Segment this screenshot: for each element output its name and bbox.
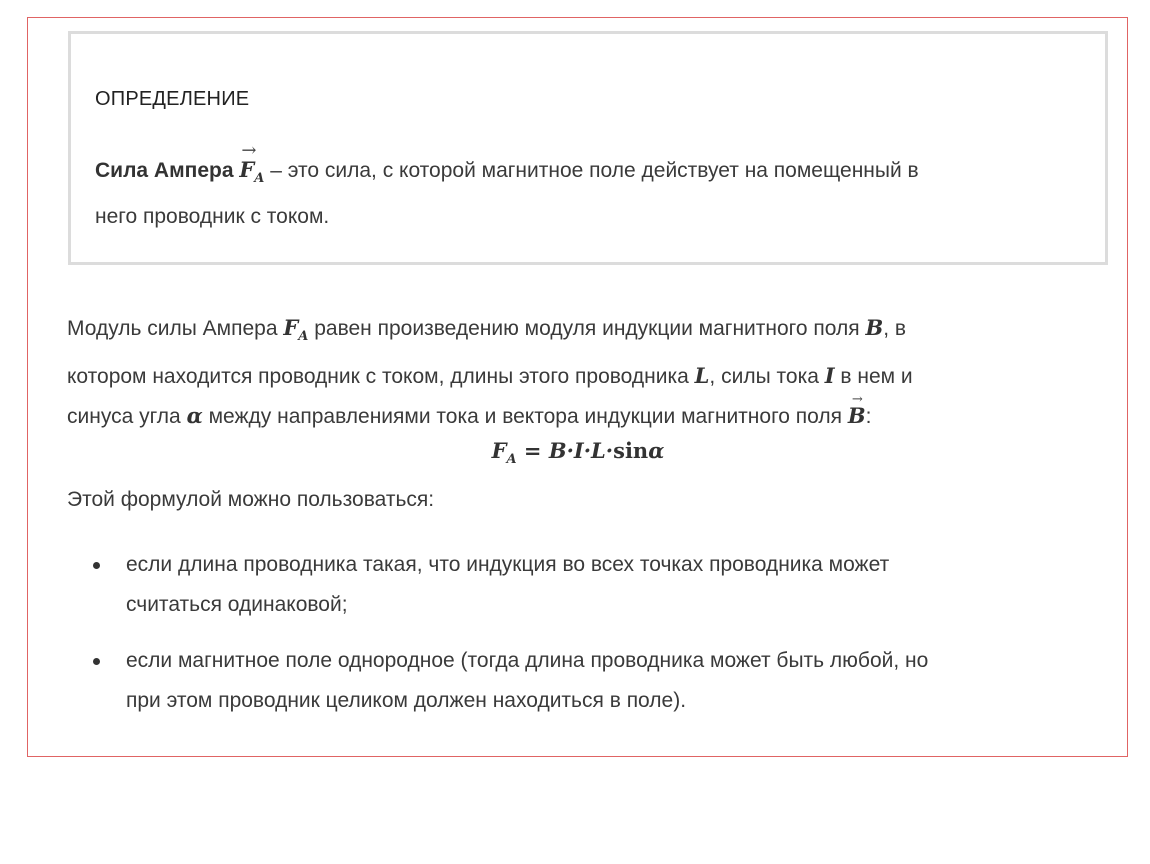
symbol-fa: FA	[283, 315, 309, 344]
list-item: если магнитное поле однородное (тогда дл…	[88, 641, 1098, 721]
definition-text: Сила Ампера → FA – это сила, с которой ма…	[95, 140, 1085, 236]
conditions-list: если длина проводника такая, что индукци…	[88, 545, 1098, 737]
symbol-alpha: α	[186, 403, 203, 428]
list-item: если длина проводника такая, что индукци…	[88, 545, 1098, 625]
induction-vector: → B	[848, 392, 866, 435]
vector-arrow-icon: →	[241, 140, 257, 161]
symbol-l: L	[694, 363, 710, 388]
definition-box: ОПРЕДЕЛЕНИЕ Сила Ампера → FA – это сила, …	[68, 31, 1108, 265]
symbol-i: I	[824, 363, 835, 388]
content-frame: ОПРЕДЕЛЕНИЕ Сила Ампера → FA – это сила, …	[27, 17, 1128, 757]
bullet-icon	[93, 562, 100, 569]
ampere-force-paragraph: Модуль силы Ампера FA равен произведению…	[67, 308, 1117, 436]
ampere-force-vector: → FA	[239, 140, 264, 198]
bullet-icon	[93, 658, 100, 665]
usage-intro: Этой формулой можно пользоваться:	[67, 488, 435, 511]
definition-line1: – это сила, с которой магнитное поле дей…	[264, 159, 919, 182]
definition-term: Сила Ампера	[95, 159, 234, 182]
vector-arrow-icon: →	[851, 392, 863, 407]
definition-heading: ОПРЕДЕЛЕНИЕ	[95, 88, 250, 110]
symbol-b: B	[865, 315, 884, 340]
definition-line2: него проводник с током.	[95, 205, 330, 228]
ampere-formula: FA = B·I·L·sinα	[491, 438, 665, 467]
